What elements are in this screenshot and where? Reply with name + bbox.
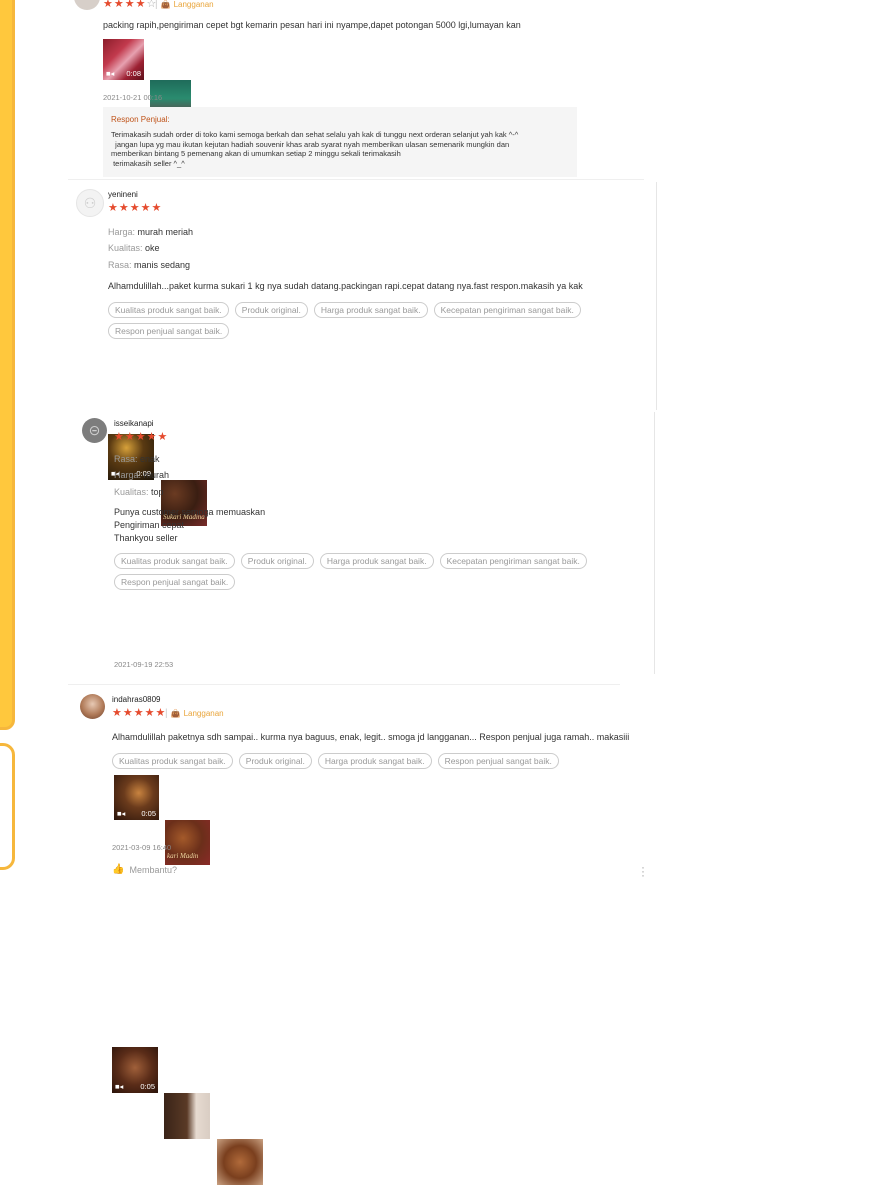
rating-stars: ★★★★★ <box>114 431 169 443</box>
avatar[interactable]: ⚇ <box>76 189 104 217</box>
review-date: 2021-10-21 00:16 <box>103 93 163 102</box>
attribute-value: top <box>151 487 164 497</box>
attribute-value: murah <box>143 470 170 480</box>
review-text-line: Punya customer semoga memuaskan <box>114 507 266 517</box>
tag: Harga produk sangat baik. <box>319 553 434 569</box>
yellow-side-panel <box>0 0 15 730</box>
avatar[interactable] <box>80 694 105 719</box>
review-video-thumbnail[interactable]: ■◂ 0:05 <box>112 1047 158 1093</box>
attribute-label: Rasa: <box>114 454 138 464</box>
tag: Kualitas produk sangat baik. <box>112 753 233 769</box>
video-duration: 0:05 <box>141 809 156 818</box>
attribute-label: Kualitas: <box>114 487 149 497</box>
avatar[interactable]: ⊝ <box>82 418 107 443</box>
yellow-side-box <box>0 743 15 870</box>
attribute-value: oke <box>145 243 160 253</box>
rating-stars: ★★★★☆ <box>103 0 158 10</box>
review-date: 2021-09-19 22:53 <box>114 660 174 669</box>
divider <box>654 412 655 674</box>
review-attribute: Kualitas: top <box>114 487 164 497</box>
attribute-label: Harga: <box>114 470 142 480</box>
tag: Respon penjual sangat baik. <box>437 753 559 769</box>
attribute-value: enak <box>140 454 160 464</box>
review-attribute: Kualitas: oke <box>108 243 160 253</box>
tag: Harga produk sangat baik. <box>313 302 428 318</box>
divider: | <box>155 0 158 10</box>
review-text: Punya customer semoga memuaskan Pengirim… <box>114 506 265 545</box>
tag: Harga produk sangat baik. <box>317 753 432 769</box>
review-attribute: Harga: murah <box>114 470 169 480</box>
attribute-value: manis sedang <box>134 260 191 270</box>
thumbnail-label: kari Madin <box>167 852 199 860</box>
review-tags: Kualitas produk sangat baik. Produk orig… <box>112 753 672 769</box>
review-text: Alhamdulillah paketnya sdh sampai.. kurm… <box>112 732 630 742</box>
divider <box>68 179 644 180</box>
video-icon: ■◂ <box>117 809 126 818</box>
helpful-label: Membantu? <box>129 864 177 875</box>
attribute-label: Rasa: <box>108 260 132 270</box>
tag: Produk original. <box>238 753 312 769</box>
tag: Produk original. <box>240 553 314 569</box>
username[interactable]: indahras0809 <box>112 695 160 704</box>
review-image-thumbnail[interactable] <box>164 1093 210 1139</box>
avatar[interactable] <box>74 0 100 10</box>
review-attribute: Rasa: manis sedang <box>108 260 190 270</box>
attribute-label: Harga: <box>108 227 136 237</box>
bag-icon: 👜 <box>170 709 181 718</box>
review-text-line: Thankyou seller <box>114 533 178 543</box>
review-video-thumbnail[interactable]: ■◂ 0:08 <box>103 39 144 80</box>
tag: Kualitas produk sangat baik. <box>114 553 235 569</box>
tag: Respon penjual sangat baik. <box>114 574 236 590</box>
bag-icon: 👜 <box>160 0 171 9</box>
review-attribute: Rasa: enak <box>114 454 160 464</box>
rating-stars: ★★★★★ <box>108 202 163 214</box>
review-attribute: Harga: murah meriah <box>108 227 193 237</box>
subscriber-badge: | 👜 Langganan <box>165 708 224 719</box>
divider: | <box>165 708 168 719</box>
tag: Kualitas produk sangat baik. <box>108 302 229 318</box>
tag: Kecepatan pengiriman sangat baik. <box>439 553 587 569</box>
response-text: Terimakasih sudah order di toko kami sem… <box>111 130 519 168</box>
review-tags: Kualitas produk sangat baik. Produk orig… <box>108 302 648 339</box>
review-video-thumbnail[interactable]: ■◂ 0:05 <box>114 775 159 820</box>
review-date: 2021-03-09 16:40 <box>112 843 172 852</box>
username[interactable]: isseikanapi <box>114 419 154 428</box>
rating-stars: ★★★★★ <box>112 707 167 719</box>
review-text: packing rapih,pengiriman cepet bgt kemar… <box>103 20 521 30</box>
attribute-label: Kualitas: <box>108 243 143 253</box>
divider <box>68 684 620 685</box>
user-placeholder-icon: ⚇ <box>83 194 97 211</box>
review-text-line: Pengiriman cepat <box>114 520 185 530</box>
video-icon: ■◂ <box>115 1082 124 1091</box>
video-duration: 0:08 <box>126 69 141 78</box>
tag: Respon penjual sangat baik. <box>108 323 230 339</box>
tag: Kecepatan pengiriman sangat baik. <box>433 302 581 318</box>
no-symbol-icon: ⊝ <box>88 422 101 438</box>
response-title: Respon Penjual: <box>111 115 170 124</box>
helpful-button[interactable]: 👍 Membantu? <box>112 864 177 875</box>
subscriber-badge: | 👜 Langganan <box>155 0 214 10</box>
video-icon: ■◂ <box>106 69 115 78</box>
badge-label: Langganan <box>183 709 224 718</box>
review-tags: Kualitas produk sangat baik. Produk orig… <box>114 553 614 590</box>
username[interactable]: yenineni <box>108 190 138 199</box>
badge-label: Langganan <box>173 0 214 9</box>
review-text: Alhamdulillah...paket kurma sukari 1 kg … <box>108 281 583 291</box>
attribute-value: murah meriah <box>137 227 194 237</box>
review-image-thumbnail[interactable] <box>217 1139 263 1185</box>
thumbs-up-icon: 👍 <box>112 864 125 875</box>
video-duration: 0:05 <box>140 1082 155 1091</box>
divider <box>656 182 657 410</box>
more-options-icon[interactable]: · · · <box>641 861 645 881</box>
tag: Produk original. <box>234 302 308 318</box>
seller-response: Respon Penjual: Terimakasih sudah order … <box>103 107 577 177</box>
review-image-thumbnail[interactable]: kari Madin <box>165 820 210 865</box>
